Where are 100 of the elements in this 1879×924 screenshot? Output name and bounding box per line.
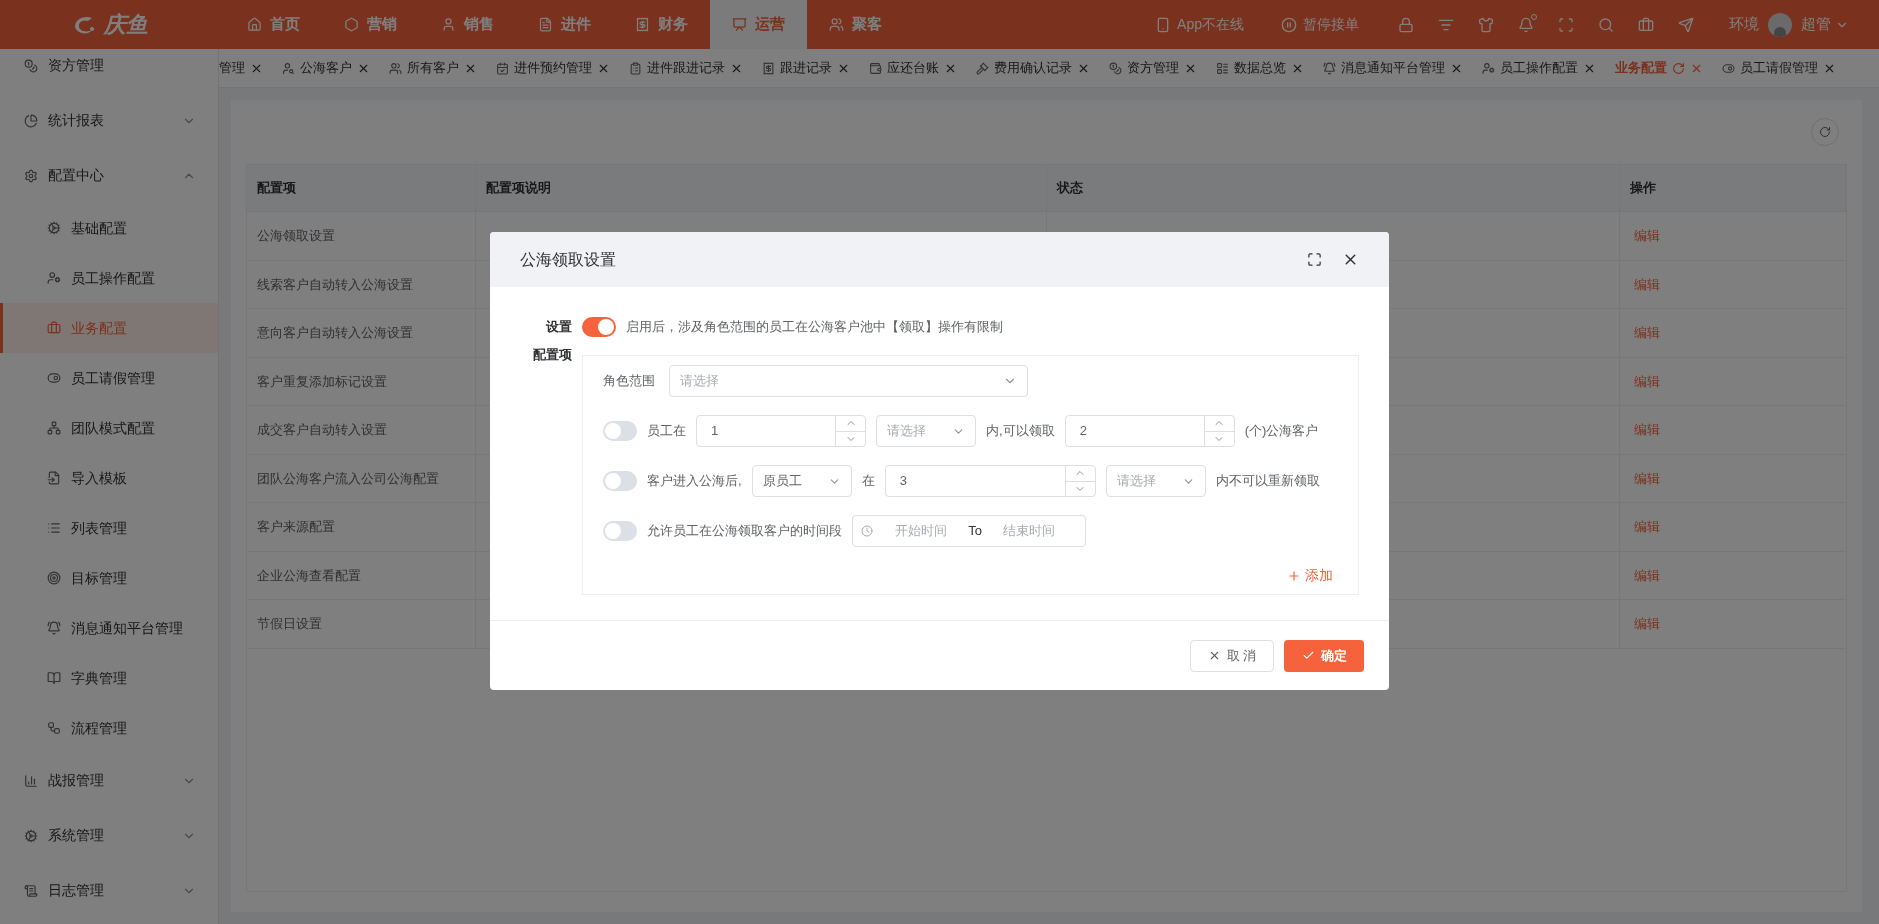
page-tab[interactable]: 进件跟进记录 — [629, 58, 743, 78]
maximize-icon[interactable] — [1307, 252, 1322, 267]
sidebar-subitem[interactable]: 团队模式配置 — [0, 403, 218, 453]
rule-text: 员工在 — [647, 422, 686, 441]
nav-tab[interactable]: 进件 — [516, 0, 613, 49]
toggle-switch[interactable] — [603, 421, 637, 441]
number-field[interactable]: 1 — [696, 415, 866, 447]
page-tab[interactable]: 员工请假管理 — [1722, 58, 1836, 78]
page-tab[interactable]: 消息通知平台管理 — [1323, 58, 1463, 78]
sidebar-item[interactable]: 日志管理 — [0, 863, 218, 918]
cancel-button[interactable]: 取 消 — [1190, 639, 1274, 672]
nav-tab[interactable]: 营销 — [322, 0, 419, 49]
tab-icon — [1109, 61, 1122, 75]
page-tab[interactable]: 所有客户 — [389, 58, 477, 78]
menu-icon — [47, 371, 61, 385]
page-tab[interactable]: 资方管理 — [1109, 58, 1197, 78]
edit-link[interactable]: 编辑 — [1630, 274, 1664, 294]
column-header: 配置项 — [247, 165, 476, 211]
sidebar-subitem[interactable]: 员工操作配置 — [0, 253, 218, 303]
page-tab[interactable]: 业务配置 — [1615, 58, 1703, 78]
sidebar-item[interactable]: 资方管理 — [0, 49, 218, 93]
table-cell: 团队公海客户流入公司公海配置 — [247, 454, 476, 502]
select-field[interactable]: 请选择 — [876, 415, 976, 447]
role-select[interactable]: 请选择 — [669, 365, 1028, 397]
document-icon — [538, 17, 553, 32]
select-field[interactable]: 请选择 — [1105, 465, 1206, 497]
home-icon — [247, 17, 262, 32]
time-range-field[interactable]: 开始时间 To 结束时间 — [852, 515, 1086, 547]
app-status-button[interactable]: App不在线 — [1155, 14, 1244, 35]
presentation-icon — [732, 17, 747, 32]
column-header: 状态 — [1047, 165, 1620, 211]
table-cell: 意向客户自动转入公海设置 — [247, 309, 476, 357]
search-icon[interactable] — [1598, 16, 1614, 33]
edit-link[interactable]: 编辑 — [1630, 565, 1664, 585]
clock-icon — [861, 525, 873, 537]
users-icon — [829, 17, 844, 32]
table-cell: 线索客户自动转入公海设置 — [247, 260, 476, 308]
nav-tab[interactable]: 首页 — [225, 0, 322, 49]
briefcase-icon[interactable] — [1638, 16, 1654, 33]
receipt-icon — [635, 17, 650, 32]
pause-button[interactable]: 暂停接单 — [1281, 14, 1359, 35]
send-icon[interactable] — [1678, 16, 1694, 33]
sidebar-subitem[interactable]: 导入模板 — [0, 453, 218, 503]
select-field[interactable]: 原员工 — [751, 465, 852, 497]
shirt-icon[interactable] — [1478, 16, 1494, 33]
sidebar-item[interactable]: 系统管理 — [0, 808, 218, 863]
nav-tab[interactable]: 销售 — [419, 0, 516, 49]
table-cell: 成交客户自动转入设置 — [247, 406, 476, 454]
page-tab[interactable]: 费用确认记录 — [976, 58, 1090, 78]
sidebar-item[interactable]: 配置中心 — [0, 148, 218, 203]
tab-icon — [1482, 61, 1495, 75]
confirm-button[interactable]: 确定 — [1284, 639, 1364, 672]
pause-icon — [1281, 16, 1297, 33]
menu-icon — [47, 521, 61, 535]
add-button[interactable]: 添加 — [1287, 565, 1333, 586]
sidebar-subitem[interactable]: 消息通知平台管理 — [0, 603, 218, 653]
sidebar-item[interactable]: 统计报表 — [0, 93, 218, 148]
page-tab[interactable]: 应还台账 — [869, 58, 957, 78]
page-tab[interactable]: 进件预约管理 — [496, 58, 610, 78]
sidebar-subitem[interactable]: 列表管理 — [0, 503, 218, 553]
table-cell: 客户来源配置 — [247, 503, 476, 551]
sidebar-item[interactable]: 战报管理 — [0, 753, 218, 808]
menu-icon — [47, 721, 61, 735]
toggle-switch[interactable] — [603, 521, 637, 541]
page-tab[interactable]: 员工操作配置 — [1482, 58, 1596, 78]
nav-tab[interactable]: 财务 — [613, 0, 710, 49]
edit-link[interactable]: 编辑 — [1630, 468, 1664, 488]
menu-icon — [24, 168, 38, 183]
fullscreen-icon[interactable] — [1558, 16, 1574, 33]
form-label: 设置 — [545, 318, 572, 337]
toggle-switch[interactable] — [582, 317, 616, 337]
edit-link[interactable]: 编辑 — [1630, 614, 1664, 634]
menu-icon — [24, 773, 38, 788]
edit-link[interactable]: 编辑 — [1630, 226, 1664, 246]
tab-icon — [869, 61, 882, 75]
sidebar-subitem[interactable]: 员工请假管理 — [0, 353, 218, 403]
page-tab[interactable]: 公海客户 — [282, 58, 370, 78]
avatar — [1768, 12, 1792, 37]
page-tab[interactable]: 数据总览 — [1216, 58, 1304, 78]
page-tab[interactable]: 跟进记录 — [762, 58, 850, 78]
rule-text: 内,可以领取 — [986, 422, 1055, 441]
sidebar-subitem[interactable]: 字典管理 — [0, 653, 218, 703]
refresh-icon[interactable] — [1672, 61, 1685, 75]
tab-icon — [282, 61, 295, 75]
edit-link[interactable]: 编辑 — [1630, 371, 1664, 391]
edit-link[interactable]: 编辑 — [1630, 420, 1664, 440]
nav-tab[interactable]: 聚客 — [807, 0, 904, 49]
notification-icon[interactable] — [1518, 16, 1534, 33]
edit-link[interactable]: 编辑 — [1630, 323, 1664, 343]
user-menu[interactable]: 超管 — [1801, 13, 1849, 36]
lock-icon[interactable] — [1398, 16, 1414, 33]
sidebar-subitem[interactable]: 基础配置 — [0, 203, 218, 253]
page-tab[interactable]: 管理 — [219, 58, 263, 78]
sidebar-subitem[interactable]: 流程管理 — [0, 703, 218, 753]
toggle-switch[interactable] — [603, 471, 637, 491]
edit-link[interactable]: 编辑 — [1630, 517, 1664, 537]
number-field[interactable]: 2 — [1064, 415, 1235, 447]
menu-icon — [47, 621, 61, 635]
sidebar-subitem[interactable]: 目标管理 — [0, 553, 218, 603]
number-field[interactable]: 3 — [884, 465, 1096, 497]
